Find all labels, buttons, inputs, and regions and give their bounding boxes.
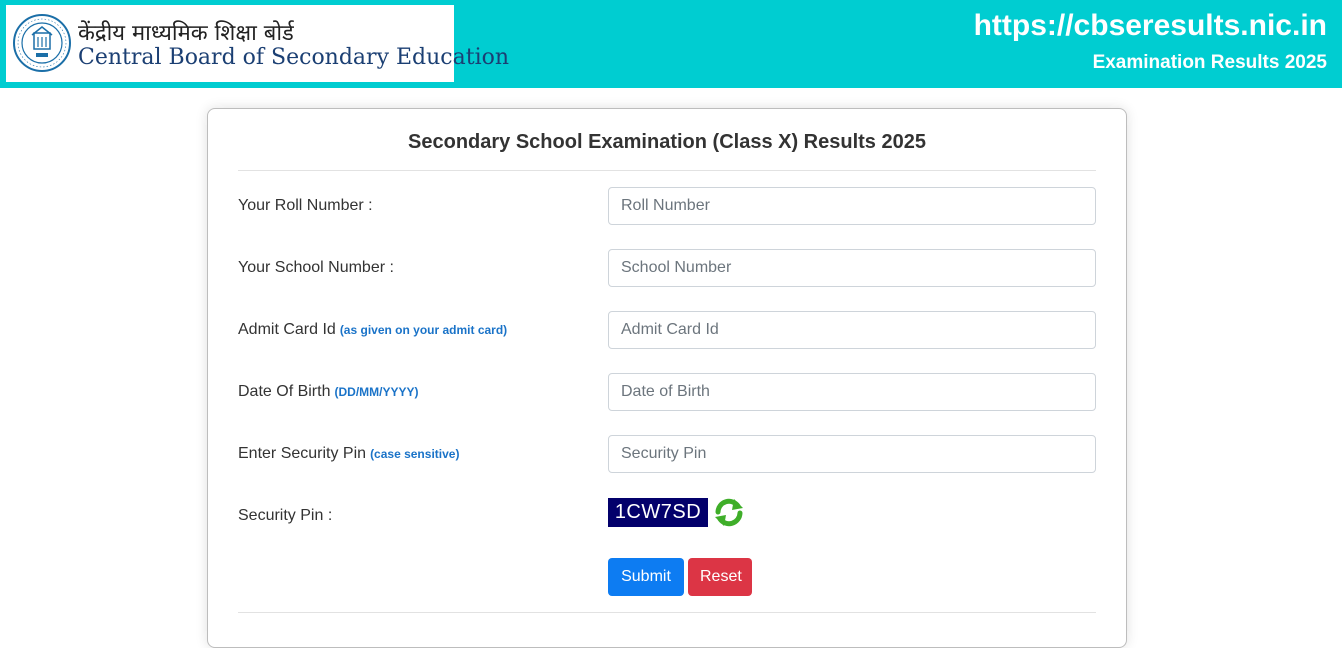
captcha-label-text: Security Pin : xyxy=(238,507,333,524)
submit-button[interactable]: Submit xyxy=(608,558,684,596)
school-number-input[interactable] xyxy=(608,249,1096,287)
dob-note: (DD/MM/YYYY) xyxy=(334,385,419,399)
security-pin-input[interactable] xyxy=(608,435,1096,473)
logo-english-text: Central Board of Secondary Education xyxy=(78,45,510,70)
site-header: केंद्रीय माध्यमिक शिक्षा बोर्ड Central B… xyxy=(0,0,1342,88)
site-subtitle: Examination Results 2025 xyxy=(1092,52,1327,73)
security-pin-entry-label: Enter Security Pin (case sensitive) xyxy=(238,445,459,463)
captcha-label: Security Pin : xyxy=(238,507,332,525)
school-number-label: Your School Number : xyxy=(238,259,394,277)
dob-label-text: Date Of Birth xyxy=(238,383,331,400)
refresh-icon[interactable] xyxy=(712,496,746,529)
site-url: https://cbseresults.nic.in xyxy=(973,9,1327,42)
roll-number-label: Your Roll Number : xyxy=(238,197,373,215)
cbse-emblem-icon xyxy=(13,14,71,72)
reset-button[interactable]: Reset xyxy=(688,558,752,596)
roll-number-input[interactable] xyxy=(608,187,1096,225)
bottom-divider xyxy=(238,612,1096,613)
cbse-logo[interactable]: केंद्रीय माध्यमिक शिक्षा बोर्ड Central B… xyxy=(6,5,509,82)
admit-card-note: (as given on your admit card) xyxy=(339,323,508,337)
logo-hindi-text: केंद्रीय माध्यमिक शिक्षा बोर्ड xyxy=(78,21,294,46)
security-pin-note: (case sensitive) xyxy=(370,447,460,461)
results-form-card: Secondary School Examination (Class X) R… xyxy=(207,108,1127,648)
form-title: Secondary School Examination (Class X) R… xyxy=(408,131,926,153)
admit-card-input[interactable] xyxy=(608,311,1096,349)
security-pin-entry-label-text: Enter Security Pin xyxy=(238,445,367,462)
dob-label: Date Of Birth (DD/MM/YYYY) xyxy=(238,383,418,401)
admit-card-label: Admit Card Id (as given on your admit car… xyxy=(238,321,507,339)
title-divider xyxy=(238,170,1096,171)
admit-card-label-text: Admit Card Id xyxy=(238,321,336,338)
roll-number-label-text: Your Roll Number : xyxy=(238,197,373,214)
captcha-image: 1CW7SD xyxy=(608,498,708,527)
dob-input[interactable] xyxy=(608,373,1096,411)
school-number-label-text: Your School Number : xyxy=(238,259,394,276)
